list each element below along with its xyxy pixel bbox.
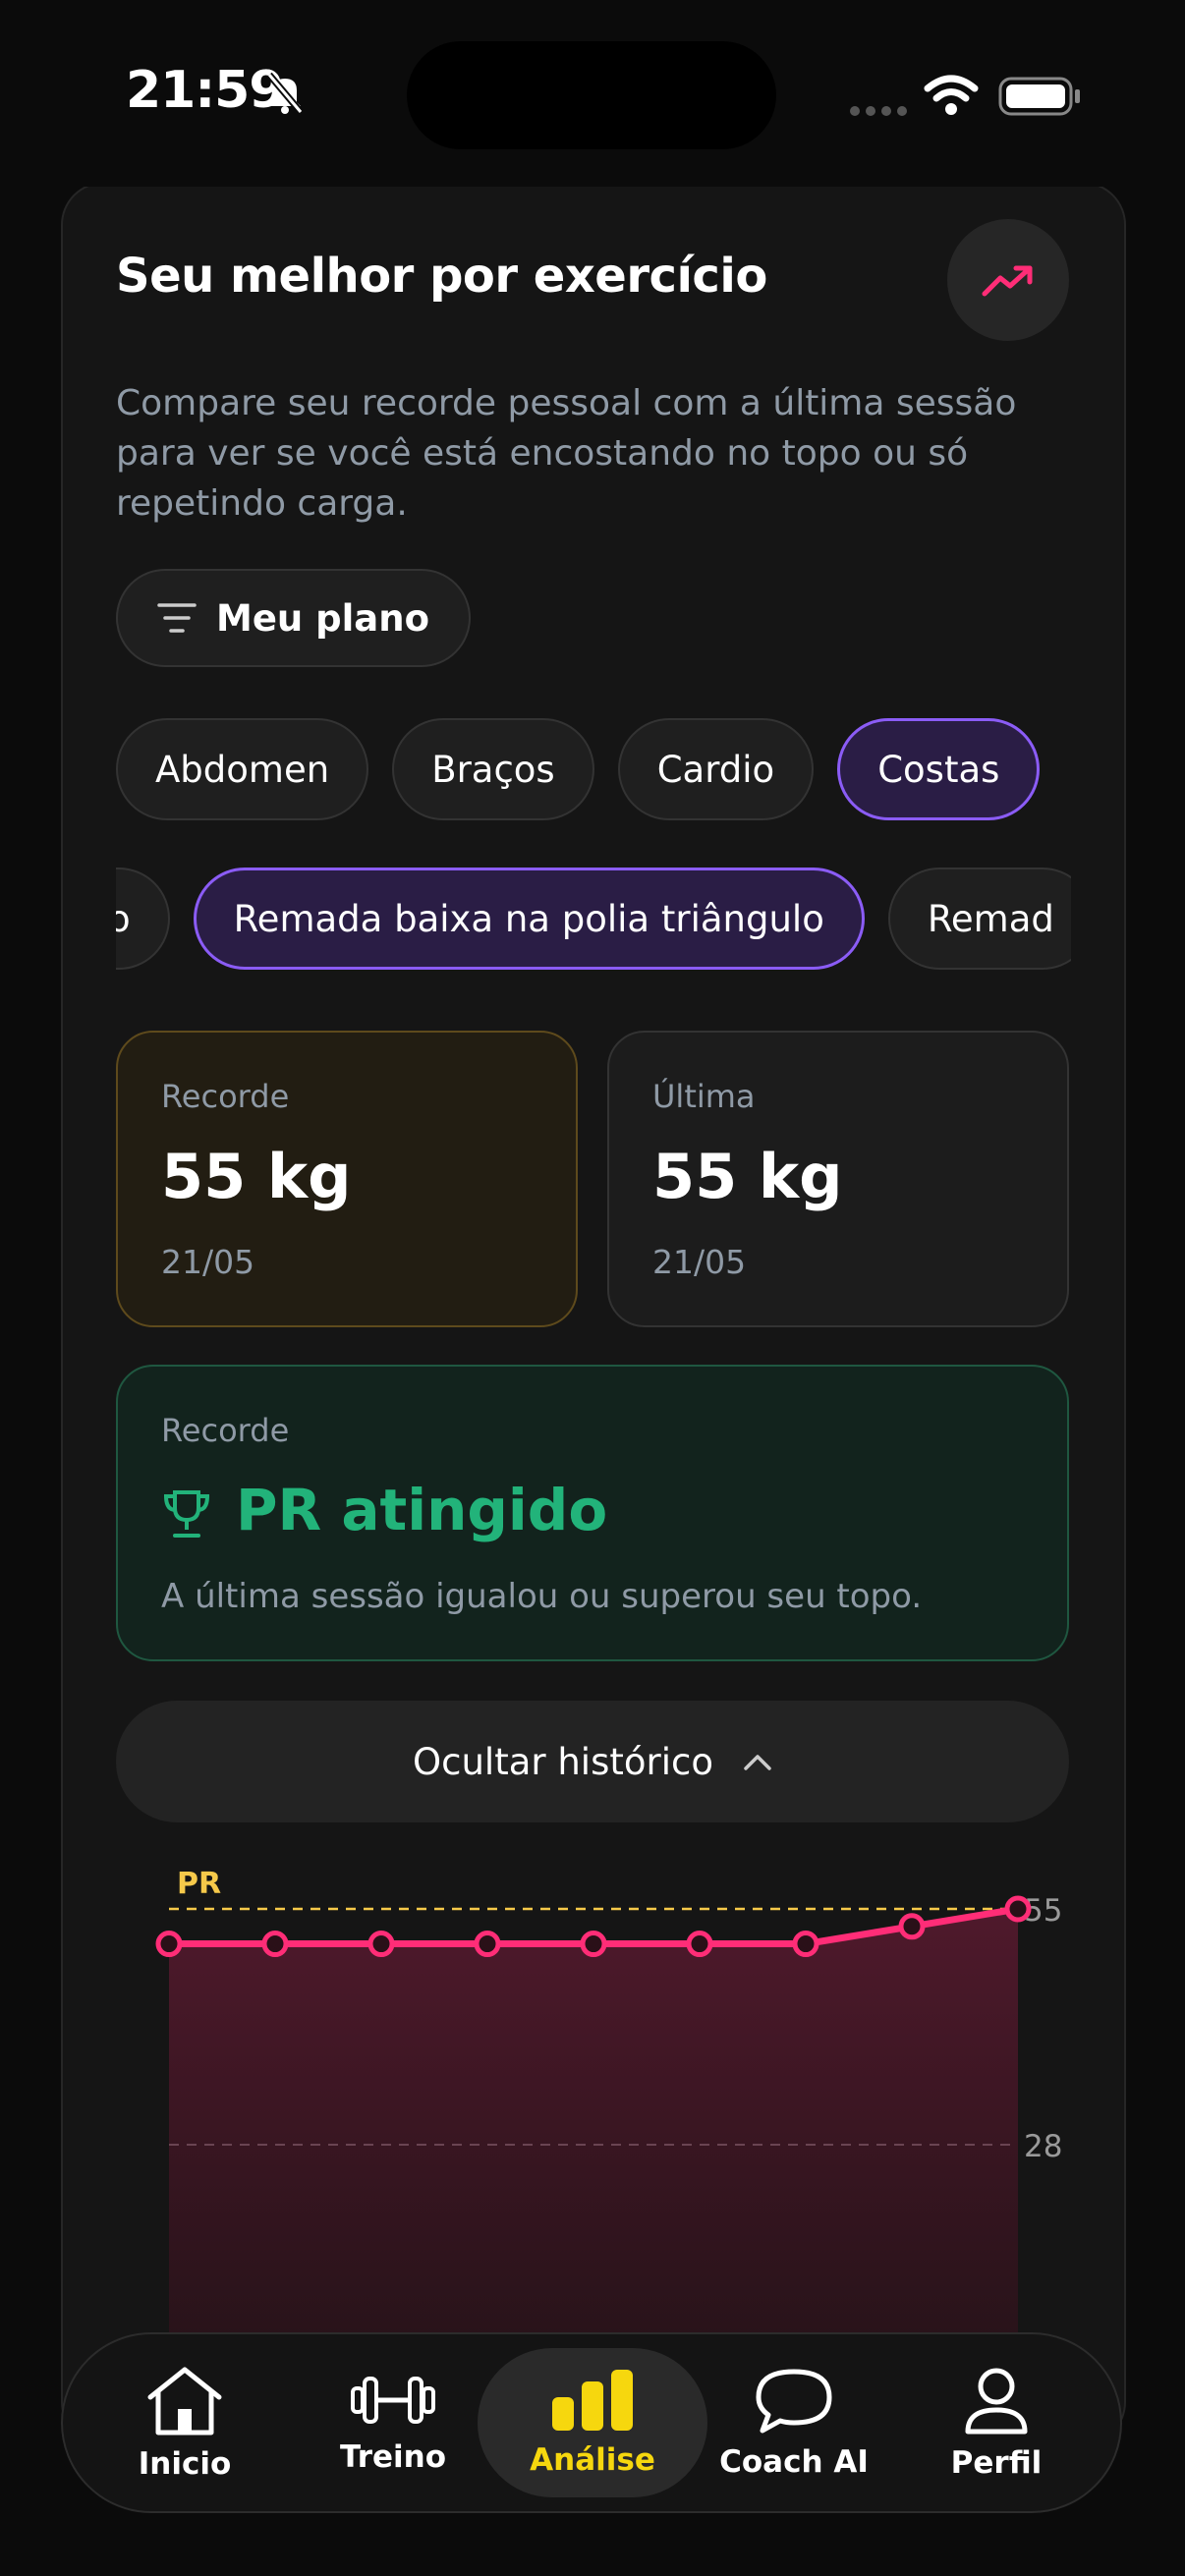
pr-title: PR atingido: [236, 1477, 608, 1543]
trophy-icon: [161, 1488, 212, 1545]
nav-item-perfil[interactable]: Perfil: [894, 2348, 1099, 2497]
data-point: [580, 1931, 607, 1958]
nav-label-analise: Análise: [530, 2442, 655, 2478]
card-title: Seu melhor por exercício: [116, 249, 767, 304]
pr-box-label: Recorde: [161, 1412, 290, 1449]
pr-status-box: Recorde PR atingido A última sessão igua…: [116, 1365, 1069, 1661]
trending-up-icon: [982, 265, 1033, 297]
nav-label-inicio: Inicio: [138, 2446, 232, 2482]
plan-filter-label: Meu plano: [216, 596, 430, 640]
status-bar: 21:59: [0, 0, 1185, 187]
data-point: [155, 1931, 183, 1958]
nav-label-coach-ai: Coach AI: [719, 2444, 869, 2480]
y-tick-label: 55: [1024, 1893, 1062, 1929]
pr-description: A última sessão igualou ou superou seu t…: [161, 1577, 923, 1616]
chip-bracos[interactable]: Braços: [392, 718, 594, 820]
nav-item-inicio[interactable]: Inicio: [83, 2348, 287, 2497]
data-point: [474, 1931, 501, 1958]
record-label: Recorde: [161, 1078, 290, 1115]
chat-icon: [756, 2369, 832, 2434]
data-point: [792, 1931, 819, 1958]
user-icon: [965, 2368, 1028, 2435]
wifi-icon: [924, 75, 979, 120]
muscle-group-chips: Abdomen Braços Cardio Costas: [116, 718, 1041, 820]
bar-chart-icon: [552, 2370, 633, 2431]
data-point: [686, 1931, 713, 1958]
chip-costas[interactable]: Costas: [837, 718, 1041, 820]
best-per-exercise-card: Seu melhor por exercício Compare seu rec…: [61, 182, 1126, 2445]
chip-exercise-selected[interactable]: Remada baixa na polia triângulo: [193, 868, 865, 970]
y-tick-label: 28: [1024, 2129, 1062, 2164]
record-value: 55 kg: [161, 1141, 352, 1212]
data-point: [261, 1931, 289, 1958]
trend-button[interactable]: [947, 219, 1069, 341]
pr-label: PR: [177, 1867, 221, 1901]
hide-history-label: Ocultar histórico: [413, 1740, 713, 1783]
last-value: 55 kg: [652, 1141, 843, 1212]
battery-icon: [998, 77, 1083, 120]
chip-exercise-partial[interactable]: o: [116, 868, 170, 970]
data-point: [1004, 1895, 1032, 1923]
chip-exercise-next[interactable]: Remad: [887, 868, 1071, 970]
home-icon: [147, 2367, 222, 2436]
nav-label-perfil: Perfil: [950, 2445, 1043, 2481]
signal-icon: [849, 102, 908, 121]
nav-item-coach-ai[interactable]: Coach AI: [692, 2348, 896, 2497]
hide-history-button[interactable]: Ocultar histórico: [116, 1701, 1069, 1822]
dumbbell-icon: [351, 2377, 435, 2424]
nav-label-treino: Treino: [339, 2439, 447, 2475]
nav-item-analise[interactable]: Análise: [478, 2348, 707, 2497]
last-date: 21/05: [652, 1243, 747, 1281]
nav-item-treino[interactable]: Treino: [291, 2348, 495, 2497]
last-session-stat-card: Última 55 kg 21/05: [607, 1031, 1069, 1327]
data-point: [367, 1931, 395, 1958]
chip-abdomen[interactable]: Abdomen: [116, 718, 369, 820]
chip-cardio[interactable]: Cardio: [617, 718, 815, 820]
data-point: [898, 1913, 926, 1940]
record-stat-card: Recorde 55 kg 21/05: [116, 1031, 578, 1327]
record-date: 21/05: [161, 1243, 255, 1281]
filter-icon: [157, 603, 197, 633]
plan-filter-button[interactable]: Meu plano: [116, 569, 472, 667]
last-label: Última: [652, 1078, 756, 1115]
dynamic-island: [407, 41, 776, 149]
series-line: [165, 1905, 1022, 1948]
card-description: Compare seu recorde pessoal com a última…: [116, 383, 1017, 524]
chevron-up-icon: [744, 1755, 771, 1770]
status-time: 21:59: [126, 61, 285, 120]
bell-muted-icon: [265, 71, 305, 118]
bottom-nav: Inicio Treino Análise Coach AI Perfil: [61, 2332, 1122, 2513]
exercise-chips-scroll[interactable]: o Remada baixa na polia triângulo Remad: [116, 868, 1071, 974]
